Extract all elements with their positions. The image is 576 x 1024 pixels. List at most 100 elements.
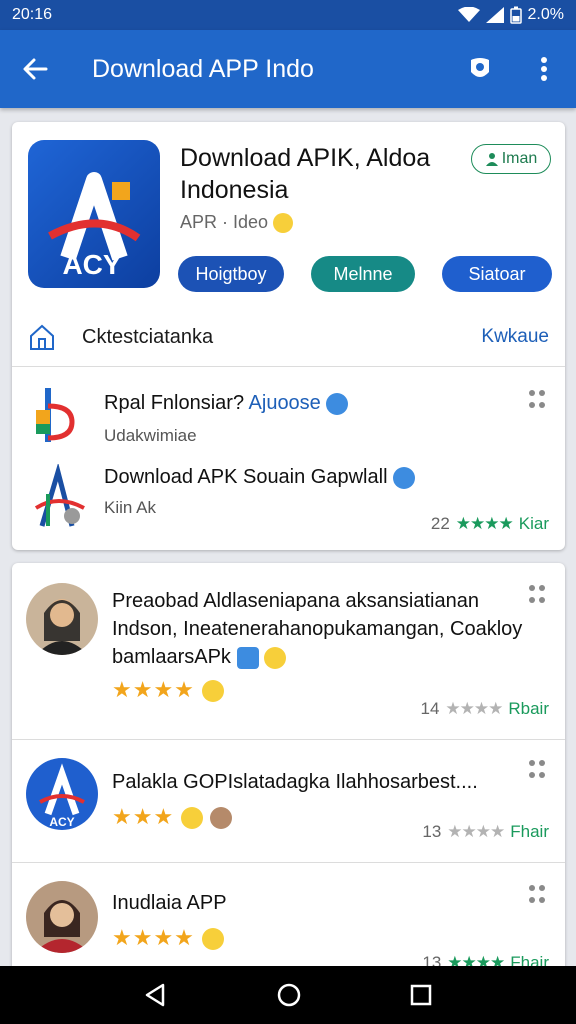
list-item[interactable]: Download APK Souain Gapwlall Kiin Ak 22 … bbox=[12, 458, 565, 550]
avatar: ACY bbox=[26, 758, 98, 830]
review-text: Palakla GOPIslatadagka Ilahhosarbest.... bbox=[112, 771, 478, 793]
review-line-1: Preaobad Aldlaseniapana aksansiatianan bbox=[112, 590, 479, 612]
review-item[interactable]: ACY Palakla GOPIslatadagka Ilahhosarbest… bbox=[12, 740, 565, 862]
list-item-subtitle: Udakwimiae bbox=[104, 426, 197, 445]
app-subtitle-text: APR · Ideo bbox=[180, 212, 269, 232]
divider bbox=[12, 366, 565, 367]
app-logo: ACY bbox=[28, 140, 160, 288]
app-name-line1: Download APIK, Aldoa bbox=[180, 144, 431, 172]
action-button-1[interactable]: Hoigtboy bbox=[178, 256, 284, 292]
review-item[interactable]: Inudlaia APP ★★★★ 13 ★★★★ Fhair bbox=[12, 863, 565, 983]
list-item-title: Rpal Fnlonsiar? Ajuoose bbox=[104, 392, 349, 415]
battery-icon bbox=[509, 6, 522, 24]
review-line-3-text: bamlaarsAPk bbox=[112, 646, 231, 668]
avatar bbox=[26, 583, 98, 655]
globe-icon bbox=[393, 466, 416, 489]
review-count: 13 bbox=[422, 822, 442, 841]
drag-handle-icon[interactable] bbox=[529, 760, 549, 780]
drag-handle-icon[interactable] bbox=[529, 390, 549, 410]
review-stars: ★★★★ bbox=[112, 677, 225, 703]
review-line-2: Indson, Ineatenerahanopukamangan, Coaklo… bbox=[112, 618, 523, 640]
phone-icon bbox=[264, 646, 287, 669]
rating-count: 22 bbox=[430, 514, 450, 533]
list-item-tag: Kiin Ak bbox=[104, 498, 156, 517]
person-icon bbox=[485, 153, 498, 166]
review-grey-stars: ★★★★ bbox=[447, 822, 505, 841]
navigation-bar bbox=[0, 966, 576, 1024]
user-avatar-icon bbox=[210, 807, 233, 830]
review-stars: ★★★ bbox=[112, 804, 233, 830]
review-count: 14 bbox=[420, 699, 440, 718]
nav-back-icon[interactable] bbox=[143, 982, 169, 1008]
review-text: Inudlaia APP bbox=[112, 892, 227, 914]
reviews-card: Preaobad Aldlaseniapana aksansiatianan I… bbox=[12, 563, 565, 983]
list-item-title: Download APK Souain Gapwlall bbox=[104, 466, 416, 489]
smile-icon bbox=[273, 213, 294, 234]
review-stars: ★★★★ bbox=[112, 925, 225, 951]
review-label: Rbair bbox=[508, 699, 549, 718]
review-grey-stars: ★★★★ bbox=[445, 699, 503, 718]
list-item[interactable]: Rpal Fnlonsiar? Ajuoose Udakwimiae bbox=[12, 374, 565, 460]
rating-label: Kiar bbox=[518, 514, 549, 533]
app-icon bbox=[34, 464, 85, 527]
status-right: 2.0% bbox=[457, 6, 564, 24]
globe-icon bbox=[326, 392, 349, 415]
review-stars-value: ★★★★ bbox=[112, 925, 195, 950]
signal-icon bbox=[485, 7, 504, 23]
svg-text:ACY: ACY bbox=[49, 815, 74, 829]
app-logo-text: ACY bbox=[62, 249, 121, 280]
emoji-icon bbox=[202, 928, 225, 951]
review-label: Fhair bbox=[510, 822, 549, 841]
review-item[interactable]: Preaobad Aldlaseniapana aksansiatianan I… bbox=[12, 563, 565, 739]
emoji-icon bbox=[181, 807, 204, 830]
arrow-back-icon bbox=[23, 58, 48, 80]
list-item-highlight: Ajuoose bbox=[248, 392, 321, 414]
review-line-3: bamlaarsAPk bbox=[112, 643, 532, 671]
section-row: Cktestciatanka Kwkaue bbox=[12, 308, 565, 366]
nav-home-icon[interactable] bbox=[276, 982, 302, 1008]
avatar-graphic bbox=[36, 599, 88, 655]
section-label: Cktestciatanka bbox=[82, 325, 214, 348]
overflow-menu-button[interactable] bbox=[512, 30, 576, 108]
app-details-card: ACY Download APIK, Aldoa Indonesia APR ·… bbox=[12, 122, 565, 550]
section-link[interactable]: Kwkaue bbox=[481, 326, 565, 348]
status-bar: 20:16 2.0% bbox=[0, 0, 576, 30]
shield-button[interactable] bbox=[448, 30, 512, 108]
app-icon bbox=[36, 388, 75, 442]
wifi-icon bbox=[457, 7, 480, 22]
review-meta: 13 ★★★★ Fhair bbox=[422, 822, 549, 842]
app-subtitle: APR · Ideo bbox=[180, 212, 294, 234]
app-name-line2: Indonesia bbox=[180, 176, 289, 204]
review-stars-value: ★★★★ bbox=[112, 677, 195, 702]
battery-level: 2.0% bbox=[527, 6, 564, 23]
emoji-icon bbox=[202, 680, 225, 703]
drag-handle-icon[interactable] bbox=[529, 585, 549, 605]
avatar-graphic bbox=[34, 900, 90, 953]
app-logo-graphic: ACY bbox=[48, 172, 141, 280]
review-meta: 14 ★★★★ Rbair bbox=[420, 699, 549, 719]
nav-recents-icon[interactable] bbox=[409, 983, 433, 1007]
more-vertical-icon bbox=[541, 57, 547, 81]
list-item-rating: 22 ★★★★ Kiar bbox=[431, 514, 549, 534]
back-button[interactable] bbox=[0, 30, 70, 108]
review-stars-value: ★★★ bbox=[112, 804, 175, 829]
list-item-title-text: Download APK Souain Gapwlall bbox=[104, 466, 388, 488]
home-icon bbox=[30, 324, 54, 350]
list-item-title-text: Rpal Fnlonsiar? bbox=[104, 392, 245, 414]
status-time: 20:16 bbox=[12, 6, 53, 23]
page-title: Download APP Indo bbox=[92, 54, 314, 83]
action-button-2[interactable]: Melnne bbox=[311, 256, 415, 292]
app-name: Download APIK, Aldoa Indonesia bbox=[180, 142, 470, 206]
review-text: Preaobad Aldlaseniapana aksansiatianan I… bbox=[112, 587, 532, 671]
badge-label: Iman bbox=[501, 150, 538, 167]
app-bar: Download APP Indo bbox=[0, 30, 576, 108]
rating-stars: ★★★★ bbox=[455, 514, 514, 533]
shield-icon bbox=[471, 58, 489, 77]
home-button[interactable] bbox=[12, 322, 72, 352]
avatar-graphic: ACY bbox=[39, 763, 85, 829]
chat-icon bbox=[236, 646, 259, 669]
drag-handle-icon[interactable] bbox=[529, 885, 549, 905]
avatar bbox=[26, 881, 98, 953]
action-button-3[interactable]: Siatoar bbox=[442, 256, 552, 292]
verified-badge[interactable]: Iman bbox=[471, 144, 551, 174]
